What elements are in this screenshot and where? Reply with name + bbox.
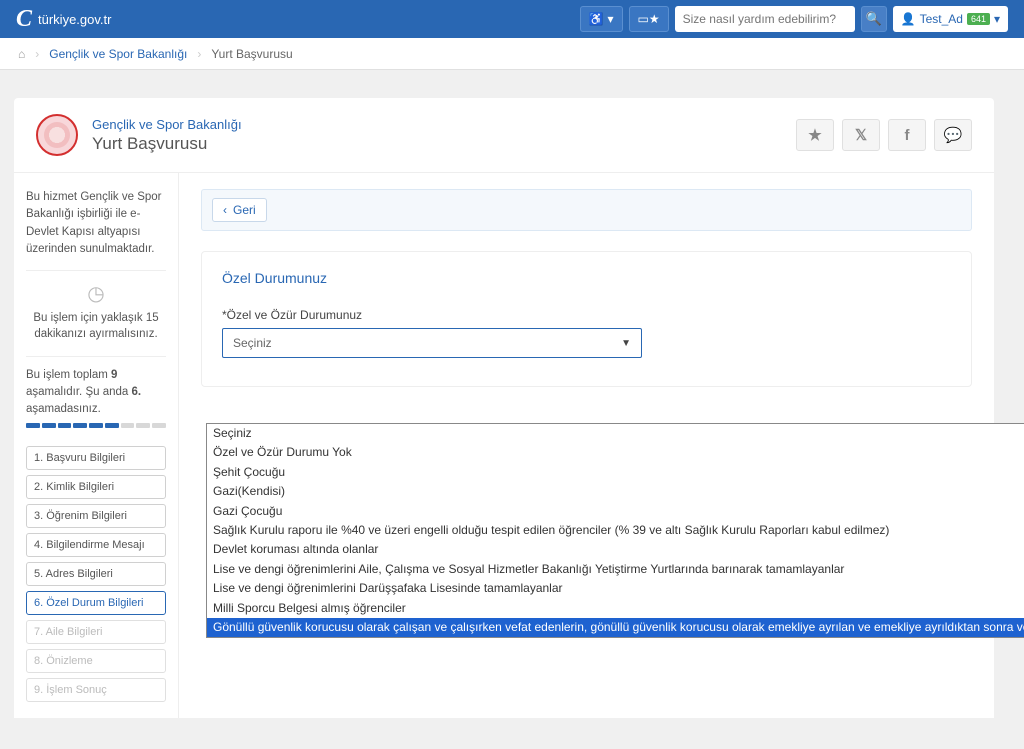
dropdown-option[interactable]: Gönüllü güvenlik korucusu olarak çalışan… <box>207 618 1024 637</box>
star-icon: ★ <box>808 126 821 144</box>
dropdown-option[interactable]: Seçiniz <box>207 424 1024 443</box>
search-button[interactable]: 🔍 <box>861 6 887 32</box>
dropdown-option[interactable]: Gazi(Kendisi) <box>207 482 1024 501</box>
page-title: Yurt Başvurusu <box>92 134 782 154</box>
topbar-actions: ♿ ▾ ▭★ 🔍 👤 Test_Ad 641 ▾ <box>580 6 1008 32</box>
site-logo[interactable]: C türkiye.gov.tr <box>16 6 111 33</box>
brand-text: türkiye.gov.tr <box>38 12 111 27</box>
step-item-2[interactable]: 2. Kimlik Bilgileri <box>26 475 166 499</box>
share-buttons: ★ 𝕏 f 💬 <box>796 119 972 151</box>
special-status-select[interactable]: Seçiniz ▼ <box>222 328 642 358</box>
step-item-7: 7. Aile Bilgileri <box>26 620 166 644</box>
breadcrumb-sep: › <box>197 47 201 61</box>
page-header: Gençlik ve Spor Bakanlığı Yurt Başvurusu… <box>14 98 994 173</box>
step-item-9: 9. İşlem Sonuç <box>26 678 166 702</box>
sidebar-separator <box>26 356 166 357</box>
dropdown-option[interactable]: Gazi Çocuğu <box>207 502 1024 521</box>
section-title: Özel Durumunuz <box>222 270 951 286</box>
field-label: *Özel ve Özür Durumunuz <box>222 308 951 322</box>
step-item-4[interactable]: 4. Bilgilendirme Mesajı <box>26 533 166 557</box>
progress-bar <box>26 423 166 428</box>
favorite-button[interactable]: ★ <box>796 119 834 151</box>
back-bar: ‹ Geri <box>201 189 972 231</box>
progress-text: Bu işlem toplam 9 aşamalıdır. Şu anda 6.… <box>26 367 166 417</box>
chevron-down-icon: ▾ <box>607 12 613 26</box>
dropdown-option[interactable]: Sağlık Kurulu raporu ile %40 ve üzeri en… <box>207 521 1024 540</box>
home-icon[interactable]: ⌂ <box>18 47 25 61</box>
breadcrumb-sep: › <box>35 47 39 61</box>
select-value: Seçiniz <box>233 336 272 350</box>
step-item-6[interactable]: 6. Özel Durum Bilgileri <box>26 591 166 615</box>
search-icon: 🔍 <box>866 11 882 27</box>
facebook-button[interactable]: f <box>888 119 926 151</box>
dropdown-option[interactable]: Milli Sporcu Belgesi almış öğrenciler <box>207 599 1024 618</box>
select-dropdown[interactable]: SeçinizÖzel ve Özür Durumu YokŞehit Çocu… <box>206 423 1024 638</box>
step-item-3[interactable]: 3. Öğrenim Bilgileri <box>26 504 166 528</box>
notification-badge: 641 <box>967 13 990 25</box>
breadcrumb: ⌂ › Gençlik ve Spor Bakanlığı › Yurt Baş… <box>0 38 1024 70</box>
user-icon: 👤 <box>901 12 916 26</box>
dropdown-option[interactable]: Lise ve dengi öğrenimlerini Aile, Çalışm… <box>207 560 1024 579</box>
search-input[interactable] <box>675 6 855 32</box>
page-subtitle: Gençlik ve Spor Bakanlığı <box>92 117 782 132</box>
wheelchair-icon: ♿ <box>589 12 604 26</box>
accessibility-button[interactable]: ♿ ▾ <box>580 6 623 32</box>
breadcrumb-current: Yurt Başvurusu <box>211 47 292 61</box>
user-menu[interactable]: 👤 Test_Ad 641 ▾ <box>893 6 1008 32</box>
step-item-1[interactable]: 1. Başvuru Bilgileri <box>26 446 166 470</box>
chevron-down-icon: ▾ <box>994 12 1000 26</box>
dropdown-option[interactable]: Özel ve Özür Durumu Yok <box>207 443 1024 462</box>
twitter-icon: 𝕏 <box>855 126 867 144</box>
dropdown-caret-icon: ▼ <box>621 338 631 349</box>
favorites-button[interactable]: ▭★ <box>629 6 669 32</box>
form-card: Özel Durumunuz *Özel ve Özür Durumunuz S… <box>201 251 972 387</box>
facebook-icon: f <box>905 127 910 144</box>
chevron-left-icon: ‹ <box>223 203 227 217</box>
step-nav: 1. Başvuru Bilgileri 2. Kimlik Bilgileri 3… <box>26 446 166 702</box>
breadcrumb-agency[interactable]: Gençlik ve Spor Bakanlığı <box>49 47 187 61</box>
user-name: Test_Ad <box>920 12 963 26</box>
dropdown-option[interactable]: Lise ve dengi öğrenimlerini Darüşşafaka … <box>207 579 1024 598</box>
dropdown-option[interactable]: Devlet koruması altında olanlar <box>207 540 1024 559</box>
duration-text: Bu işlem için yaklaşık 15 dakikanızı ayı… <box>26 310 166 342</box>
dropdown-option[interactable]: Şehit Çocuğu <box>207 463 1024 482</box>
back-button[interactable]: ‹ Geri <box>212 198 267 222</box>
sidebar-separator <box>26 270 166 271</box>
clock-icon: ◷ <box>26 281 166 306</box>
sidebar: Bu hizmet Gençlik ve Spor Bakanlığı işbi… <box>14 173 178 718</box>
topbar: C türkiye.gov.tr ♿ ▾ ▭★ 🔍 👤 Test_Ad 641 … <box>0 0 1024 38</box>
comment-button[interactable]: 💬 <box>934 119 972 151</box>
speech-icon: 💬 <box>944 126 963 144</box>
card-icon: ▭★ <box>638 12 660 26</box>
back-label: Geri <box>233 203 256 217</box>
ministry-logo <box>36 114 78 156</box>
step-item-5[interactable]: 5. Adres Bilgileri <box>26 562 166 586</box>
service-info-text: Bu hizmet Gençlik ve Spor Bakanlığı işbi… <box>26 189 166 258</box>
logo-swirl-icon: C <box>16 6 32 33</box>
step-item-8: 8. Önizleme <box>26 649 166 673</box>
twitter-button[interactable]: 𝕏 <box>842 119 880 151</box>
